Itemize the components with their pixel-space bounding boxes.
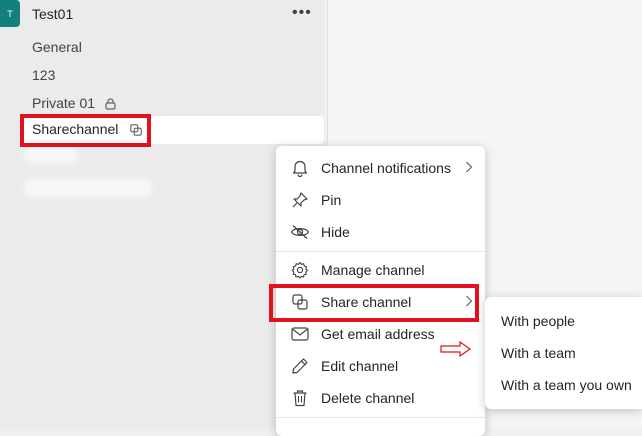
menu-item-label: Pin xyxy=(321,192,342,208)
more-options-icon[interactable]: ••• xyxy=(292,4,312,22)
channel-label: 123 xyxy=(32,67,56,83)
menu-item-label: Manage channel xyxy=(321,262,425,278)
team-avatar-letter: T xyxy=(7,8,13,19)
team-name[interactable]: Test01 xyxy=(32,6,73,22)
menu-divider xyxy=(276,251,485,252)
menu-item-delete-channel[interactable]: Delete channel xyxy=(276,382,485,414)
menu-item-label: Delete channel xyxy=(321,390,415,406)
channel-item-private-01[interactable]: Private 01 xyxy=(32,95,116,113)
menu-item-label: Hide xyxy=(321,224,350,240)
annotation-highlight-share xyxy=(269,284,479,322)
submenu-item-with-a-team-you-own[interactable]: With a team you own xyxy=(501,377,632,393)
pin-icon xyxy=(290,190,310,210)
menu-item-hide[interactable]: Hide xyxy=(276,216,485,248)
annotation-arrow-icon xyxy=(440,340,472,362)
submenu-item-with-people[interactable]: With people xyxy=(501,313,575,329)
lock-icon xyxy=(105,97,116,113)
team-avatar[interactable]: T xyxy=(0,0,20,27)
pencil-icon xyxy=(290,356,310,376)
redacted-channel xyxy=(28,182,148,194)
menu-item-channel-notifications[interactable]: Channel notifications xyxy=(276,152,485,184)
eye-off-icon xyxy=(290,222,310,242)
gear-icon xyxy=(290,260,310,280)
channel-label: Private 01 xyxy=(32,95,96,111)
submenu-item-with-a-team[interactable]: With a team xyxy=(501,345,576,361)
redacted-channel xyxy=(28,150,74,160)
menu-item-pin[interactable]: Pin xyxy=(276,184,485,216)
channel-item-general[interactable]: General xyxy=(32,39,82,55)
menu-item-label: Get email address xyxy=(321,326,435,342)
trash-icon xyxy=(290,388,310,408)
channel-item-123[interactable]: 123 xyxy=(32,67,55,83)
menu-item-label: Edit channel xyxy=(321,358,399,374)
menu-item-manage-channel[interactable]: Manage channel xyxy=(276,254,485,286)
menu-divider xyxy=(276,417,485,418)
bell-icon xyxy=(290,158,310,178)
mail-icon xyxy=(290,324,310,344)
channel-label: General xyxy=(32,39,82,55)
chevron-right-icon xyxy=(465,160,473,177)
menu-item-label: Channel notifications xyxy=(321,160,451,176)
annotation-highlight-channel xyxy=(20,114,151,147)
share-channel-submenu: With people With a team With a team you … xyxy=(485,297,642,409)
